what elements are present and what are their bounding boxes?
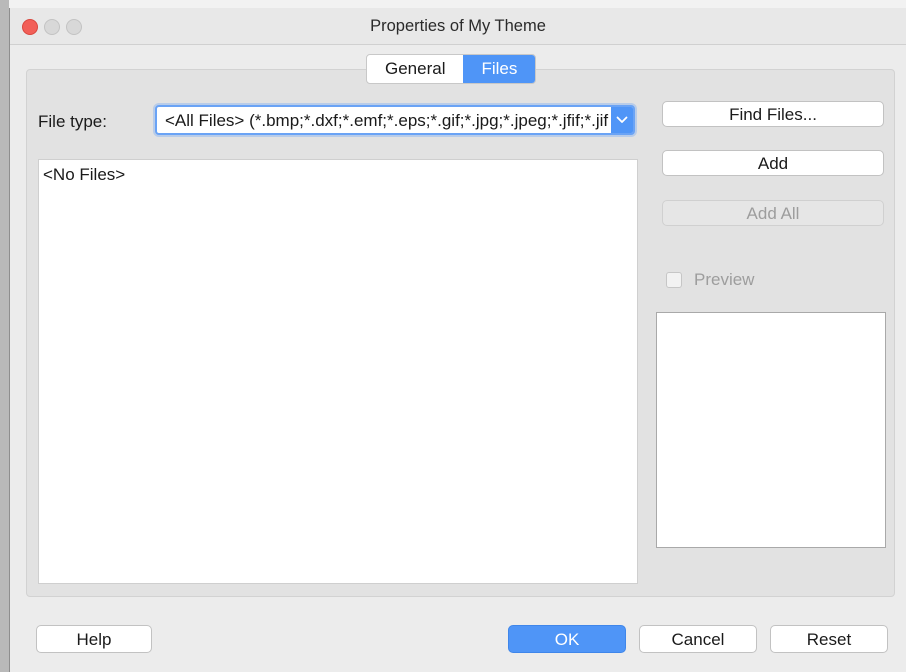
help-button[interactable]: Help	[36, 625, 152, 653]
preview-area	[656, 312, 886, 548]
add-all-button[interactable]: Add All	[662, 200, 884, 226]
background-area	[9, 0, 906, 8]
file-type-value: <All Files> (*.bmp;*.dxf;*.emf;*.eps;*.g…	[165, 111, 609, 130]
add-button[interactable]: Add	[662, 150, 884, 176]
tab-general[interactable]: General	[367, 55, 463, 83]
file-list[interactable]: <No Files>	[38, 159, 638, 584]
tab-files[interactable]: Files	[463, 55, 536, 83]
preview-option: Preview	[666, 270, 754, 290]
tab-bar: General Files	[366, 54, 537, 84]
file-type-dropdown[interactable]: <All Files> (*.bmp;*.dxf;*.emf;*.eps;*.g…	[155, 105, 635, 135]
dialog-window: Properties of My Theme General Files Fil…	[10, 8, 906, 672]
file-type-label: File type:	[38, 112, 107, 131]
reset-button[interactable]: Reset	[770, 625, 888, 653]
ok-button[interactable]: OK	[508, 625, 626, 653]
background-window-edge	[0, 0, 10, 672]
title-bar: Properties of My Theme	[10, 8, 906, 45]
cancel-button[interactable]: Cancel	[639, 625, 757, 653]
window-title: Properties of My Theme	[370, 17, 546, 35]
preview-checkbox[interactable]	[666, 272, 682, 288]
chevron-down-icon[interactable]	[611, 107, 633, 133]
list-item[interactable]: <No Files>	[43, 165, 125, 185]
find-files-button[interactable]: Find Files...	[662, 101, 884, 127]
preview-label: Preview	[694, 270, 755, 289]
